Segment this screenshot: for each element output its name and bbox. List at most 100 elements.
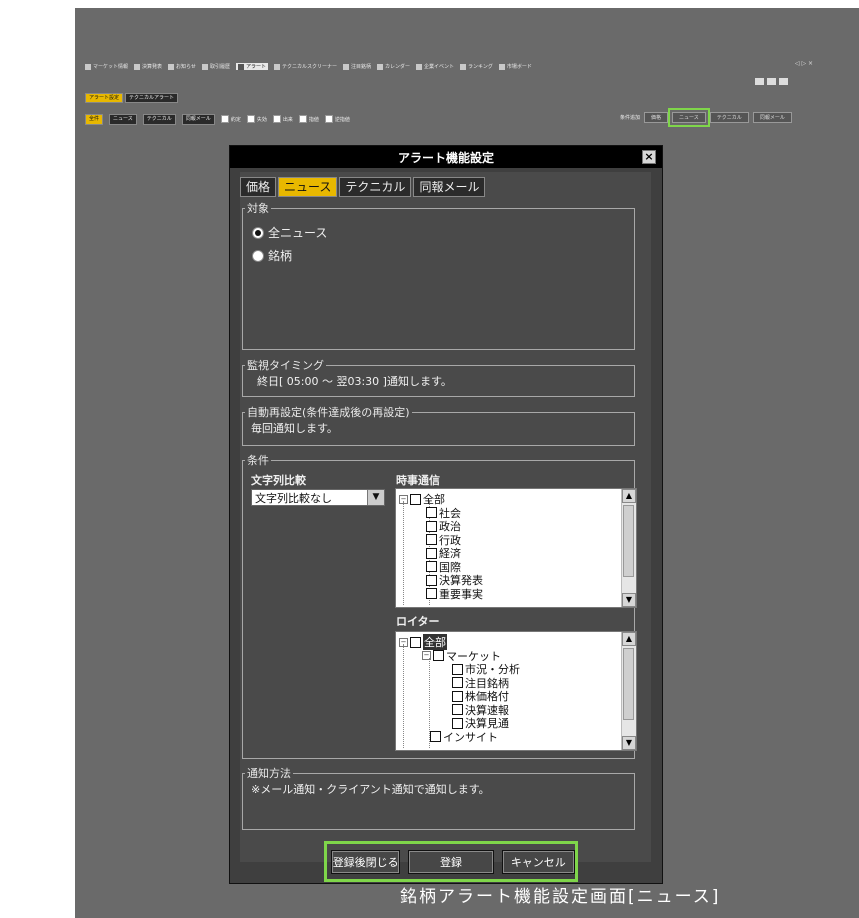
scroll-up-icon[interactable]: ▲ bbox=[622, 489, 636, 503]
checkbox[interactable] bbox=[246, 115, 255, 123]
filter-check[interactable]: 出来 bbox=[272, 115, 293, 123]
checkbox[interactable] bbox=[324, 115, 333, 123]
toolbar-scroll-controls[interactable]: ◁ ▷ × bbox=[795, 60, 859, 67]
window-controls[interactable] bbox=[755, 78, 788, 85]
target-legend: 対象 bbox=[247, 202, 269, 215]
tree-item[interactable]: 重要事実 bbox=[426, 586, 483, 602]
collapse-icon[interactable]: − bbox=[399, 494, 408, 504]
add-news-button[interactable]: ニュース bbox=[668, 108, 710, 127]
checkbox[interactable] bbox=[426, 561, 437, 572]
toolbar-item[interactable]: テクニカルスクリーナー bbox=[273, 63, 337, 70]
checkbox[interactable] bbox=[452, 717, 463, 729]
tab-news[interactable]: ニュース bbox=[278, 177, 338, 197]
filter-check[interactable]: 約定 bbox=[220, 115, 241, 123]
scroll-down-icon[interactable]: ▼ bbox=[622, 593, 636, 607]
scroll-thumb[interactable] bbox=[623, 648, 634, 720]
checkbox[interactable] bbox=[452, 704, 463, 715]
tree-item[interactable]: インサイト bbox=[430, 729, 498, 745]
checkbox[interactable] bbox=[452, 690, 463, 702]
filter-check[interactable]: 逆指値 bbox=[324, 115, 350, 123]
checkbox[interactable] bbox=[272, 115, 281, 123]
radio-selected-icon[interactable] bbox=[252, 226, 264, 239]
window-icon bbox=[168, 63, 175, 70]
timing-text: 終日[ 05:00 ～ 翌03:30 ]通知します。 bbox=[257, 375, 452, 388]
reuters-tree[interactable]: ▲ ▼ − 全部 − マーケット 市況・分析 注目銘柄 株価格付 決算速報 決算見通 インサイト bbox=[395, 631, 637, 751]
checkbox[interactable] bbox=[452, 663, 463, 675]
tab-price[interactable]: 価格 bbox=[240, 177, 277, 197]
checkbox[interactable] bbox=[430, 731, 441, 742]
toolbar-item[interactable]: アラート bbox=[235, 63, 268, 70]
tab-technical[interactable]: テクニカル bbox=[339, 177, 412, 197]
checkbox[interactable] bbox=[426, 534, 437, 545]
checkbox[interactable] bbox=[298, 115, 307, 123]
checkbox[interactable] bbox=[426, 574, 437, 586]
top-toolbar: マーケット情報 決算発表 お知らせ 取引履歴 アラート テクニカルスクリーナー 注目銘柄 カレ… bbox=[85, 60, 809, 73]
register-button[interactable]: 登録 bbox=[408, 849, 494, 874]
checkbox[interactable] bbox=[410, 636, 421, 648]
checkbox[interactable] bbox=[426, 588, 437, 599]
toolbar-item[interactable]: 注目銘柄 bbox=[342, 63, 371, 70]
timing-legend: 監視タイミング bbox=[247, 359, 324, 372]
add-mail-button[interactable]: 同報メール bbox=[752, 112, 792, 123]
checkbox[interactable] bbox=[410, 493, 421, 505]
filter-chip-technical[interactable]: テクニカル bbox=[142, 113, 176, 125]
alert-subtabs: アラート設定 テクニカルアラート bbox=[85, 93, 179, 103]
toolbar-item[interactable]: お知らせ bbox=[168, 63, 196, 70]
checkbox[interactable] bbox=[220, 115, 229, 123]
collapse-icon[interactable]: − bbox=[399, 637, 408, 647]
reset-group: 自動再設定(条件達成後の再設定) 毎回通知します。 bbox=[242, 404, 635, 446]
scroll-up-icon[interactable]: ▲ bbox=[622, 632, 636, 646]
target-group: 対象 bbox=[242, 200, 635, 350]
tab-mail[interactable]: 同報メール bbox=[413, 177, 486, 197]
toolbar-item[interactable]: ランキング bbox=[460, 63, 493, 70]
collapse-icon[interactable]: − bbox=[422, 651, 431, 660]
window-menu-icon[interactable] bbox=[779, 78, 788, 85]
layout-icon[interactable] bbox=[755, 78, 764, 85]
toolbar-item[interactable]: 企業イベント bbox=[416, 63, 454, 70]
window-icon bbox=[342, 63, 349, 70]
filter-chip-news[interactable]: ニュース bbox=[109, 113, 137, 125]
filter-check[interactable]: 失効 bbox=[246, 115, 267, 123]
notify-legend: 通知方法 bbox=[247, 767, 291, 780]
add-price-button[interactable]: 価格 bbox=[644, 112, 669, 123]
chevron-down-icon[interactable]: ▼ bbox=[367, 490, 384, 505]
toolbar-item[interactable]: 決算発表 bbox=[134, 63, 162, 70]
add-condition-label: 条件追加 bbox=[620, 115, 641, 121]
filter-check[interactable]: 指値 bbox=[298, 115, 319, 123]
toolbar-item[interactable]: カレンダー bbox=[377, 63, 410, 70]
jiji-label: 時事通信 bbox=[396, 474, 440, 487]
jiji-scrollbar[interactable]: ▲ ▼ bbox=[621, 489, 636, 607]
scroll-down-icon[interactable]: ▼ bbox=[622, 736, 636, 750]
checkbox[interactable] bbox=[433, 650, 444, 661]
filter-chip-all[interactable]: 全件 bbox=[85, 113, 104, 125]
register-close-button[interactable]: 登録後閉じる bbox=[331, 849, 401, 874]
checkbox[interactable] bbox=[452, 677, 463, 688]
checkbox[interactable] bbox=[426, 547, 437, 559]
dialog-button-bar: 登録後閉じる 登録 キャンセル bbox=[324, 841, 578, 882]
caption: 銘柄アラート機能設定画面[ニュース] bbox=[400, 887, 721, 907]
jiji-tree[interactable]: ▲ ▼ − 全部 社会 政治 行政 経済 国際 決算発表 重要事実 bbox=[395, 488, 637, 608]
toolbar-item[interactable]: マーケット情報 bbox=[85, 63, 128, 70]
toolbar-item[interactable]: 市場ボード bbox=[498, 63, 532, 70]
subtab-alert-settings[interactable]: アラート設定 bbox=[85, 93, 124, 103]
cancel-button[interactable]: キャンセル bbox=[501, 849, 575, 874]
dialog-title-bar[interactable]: アラート機能設定 × bbox=[230, 146, 662, 168]
scroll-thumb[interactable] bbox=[623, 505, 634, 577]
close-icon[interactable]: × bbox=[642, 150, 656, 164]
reuters-label: ロイター bbox=[396, 615, 440, 628]
conditions-legend: 条件 bbox=[247, 454, 269, 467]
subtab-technical-alert[interactable]: テクニカルアラート bbox=[125, 93, 179, 103]
checkbox[interactable] bbox=[426, 520, 437, 532]
add-technical-button[interactable]: テクニカル bbox=[709, 112, 749, 123]
layout-icon[interactable] bbox=[767, 78, 776, 85]
string-compare-select[interactable]: 文字列比較なし ▼ bbox=[251, 489, 385, 506]
radio-stock[interactable]: 銘柄 bbox=[252, 247, 292, 264]
filter-chip-mail[interactable]: 同報メール bbox=[181, 113, 215, 125]
checkbox[interactable] bbox=[426, 507, 437, 518]
radio-unselected-icon[interactable] bbox=[252, 249, 264, 262]
window-icon bbox=[377, 63, 383, 70]
toolbar-item[interactable]: 取引履歴 bbox=[201, 63, 230, 70]
reuters-scrollbar[interactable]: ▲ ▼ bbox=[621, 632, 636, 750]
radio-all-news[interactable]: 全ニュース bbox=[252, 224, 327, 241]
window-icon bbox=[85, 63, 91, 70]
